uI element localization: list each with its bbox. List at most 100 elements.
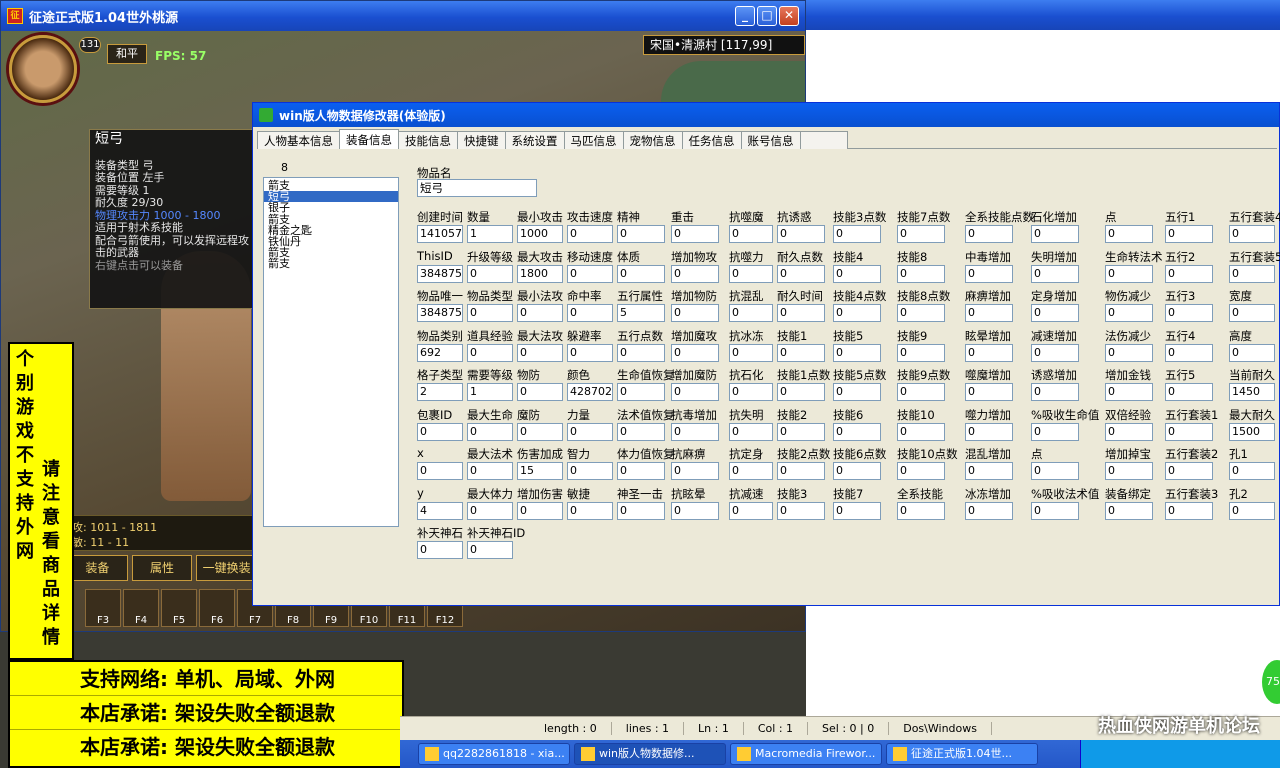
hotkey-slot[interactable]: F3 (85, 589, 121, 627)
field-input[interactable]: 0 (897, 264, 945, 283)
taskbar-button[interactable]: 征途正式版1.04世... (886, 743, 1038, 765)
field-input[interactable]: 0 (897, 383, 945, 401)
field-input[interactable]: 1000 (517, 225, 563, 243)
field-input[interactable]: 0 (833, 462, 881, 480)
field-input[interactable]: 0 (1165, 462, 1213, 480)
field-input[interactable]: 0 (965, 422, 1013, 441)
field-input[interactable]: 0 (833, 383, 881, 401)
field-input[interactable]: 0 (729, 264, 773, 283)
field-input[interactable]: 0 (965, 264, 1013, 283)
field-input[interactable]: 0 (467, 462, 513, 480)
system-tray[interactable] (1080, 740, 1280, 768)
field-input[interactable]: 0 (671, 462, 719, 480)
item-list[interactable]: 箭支 短弓 银子 箭支 精金之匙 铁仙丹 箭支 箭支 (263, 177, 399, 527)
field-input[interactable]: 1450 (1229, 383, 1275, 401)
field-input[interactable]: 0 (965, 462, 1013, 480)
field-input[interactable]: 0 (567, 422, 613, 441)
field-input[interactable]: 0 (617, 501, 665, 520)
field-input[interactable]: 0 (729, 343, 773, 362)
field-input[interactable]: 0 (517, 501, 563, 520)
field-input[interactable]: 0 (897, 225, 945, 243)
close-button[interactable]: ✕ (779, 6, 799, 26)
field-input[interactable]: 0 (897, 304, 945, 322)
data-editor-window[interactable]: win版人物数据修改器(体验版) 人物基本信息 装备信息 技能信息 快捷键 系统设置 马匹… (252, 102, 1280, 606)
editor-titlebar[interactable]: win版人物数据修改器(体验版) (253, 103, 1279, 127)
field-input[interactable]: 0 (1165, 501, 1213, 520)
field-input[interactable]: 0 (1031, 343, 1079, 362)
hotkey-slot[interactable]: F5 (161, 589, 197, 627)
field-input[interactable]: 5 (617, 304, 665, 322)
editor-tab[interactable]: 账号信息 (740, 131, 801, 149)
field-input[interactable]: 1410577 (417, 225, 463, 243)
field-input[interactable]: 0 (1031, 501, 1079, 520)
field-input[interactable]: 3848751 (417, 264, 463, 283)
item-name-input[interactable]: 短弓 (417, 179, 537, 197)
field-input[interactable]: 0 (671, 264, 719, 283)
field-input[interactable]: 0 (567, 343, 613, 362)
field-input[interactable]: 0 (777, 304, 825, 322)
field-input[interactable]: 0 (1105, 422, 1153, 441)
minimap[interactable] (661, 61, 805, 103)
field-input[interactable]: 0 (671, 343, 719, 362)
maximize-button[interactable]: □ (757, 6, 777, 26)
field-input[interactable]: 0 (1105, 501, 1153, 520)
field-input[interactable]: 0 (467, 343, 513, 362)
field-input[interactable]: 0 (833, 264, 881, 283)
field-input[interactable]: 0 (467, 501, 513, 520)
field-input[interactable]: 1 (467, 225, 513, 243)
field-input[interactable]: 0 (617, 422, 665, 441)
field-input[interactable]: 0 (517, 383, 563, 401)
field-input[interactable]: 0 (467, 304, 513, 322)
field-input[interactable]: 0 (671, 501, 719, 520)
field-input[interactable]: 0 (965, 343, 1013, 362)
hotkey-slot[interactable]: F6 (199, 589, 235, 627)
field-input[interactable]: 0 (671, 422, 719, 441)
field-input[interactable]: 0 (729, 383, 773, 401)
field-input[interactable]: 0 (671, 225, 719, 243)
field-input[interactable]: 0 (729, 304, 773, 322)
minimize-button[interactable]: _ (735, 6, 755, 26)
field-input[interactable]: 0 (671, 383, 719, 401)
field-input[interactable]: 0 (897, 501, 945, 520)
field-input[interactable]: 0 (417, 541, 463, 559)
field-input[interactable]: 0 (833, 225, 881, 243)
field-input[interactable]: 0 (1165, 343, 1213, 362)
field-input[interactable]: 0 (567, 501, 613, 520)
field-input[interactable]: 0 (617, 264, 665, 283)
field-input[interactable]: 0 (1229, 304, 1275, 322)
field-input[interactable]: 0 (417, 422, 463, 441)
list-item[interactable]: 箭支 (264, 258, 398, 269)
field-input[interactable]: 2 (417, 383, 463, 401)
list-item[interactable]: 银子 (264, 202, 398, 213)
field-input[interactable]: 0 (1165, 225, 1213, 243)
field-input[interactable]: 0 (1229, 225, 1275, 243)
field-input[interactable]: 0 (777, 343, 825, 362)
field-input[interactable]: 0 (777, 422, 825, 441)
editor-tab[interactable]: 人物基本信息 (257, 131, 340, 149)
field-input[interactable]: 0 (777, 225, 825, 243)
field-input[interactable]: 0 (833, 304, 881, 322)
field-input[interactable]: 0 (965, 501, 1013, 520)
field-input[interactable]: 0 (671, 304, 719, 322)
field-input[interactable]: 0 (1229, 462, 1275, 480)
field-input[interactable]: 0 (567, 462, 613, 480)
field-input[interactable]: 0 (897, 343, 945, 362)
field-input[interactable]: 0 (617, 343, 665, 362)
field-input[interactable]: 0 (1165, 264, 1213, 283)
editor-tab[interactable]: 系统设置 (504, 131, 565, 149)
field-input[interactable]: 0 (617, 383, 665, 401)
tab-equipment[interactable]: 装备 (67, 555, 128, 581)
field-input[interactable]: 0 (617, 225, 665, 243)
field-input[interactable]: 0 (1031, 264, 1079, 283)
field-input[interactable]: 0 (1105, 264, 1153, 283)
field-input[interactable]: 0 (1229, 501, 1275, 520)
taskbar-button[interactable]: qq2282861818 - xia... (418, 743, 570, 765)
taskbar-button[interactable]: win版人物数据修... (574, 743, 726, 765)
hotkey-slot[interactable]: F4 (123, 589, 159, 627)
field-input[interactable]: 0 (467, 541, 513, 559)
field-input[interactable]: 0 (729, 225, 773, 243)
field-input[interactable]: 0 (417, 462, 463, 480)
field-input[interactable]: 15 (517, 462, 563, 480)
field-input[interactable]: 0 (777, 264, 825, 283)
field-input[interactable]: 0 (729, 462, 773, 480)
